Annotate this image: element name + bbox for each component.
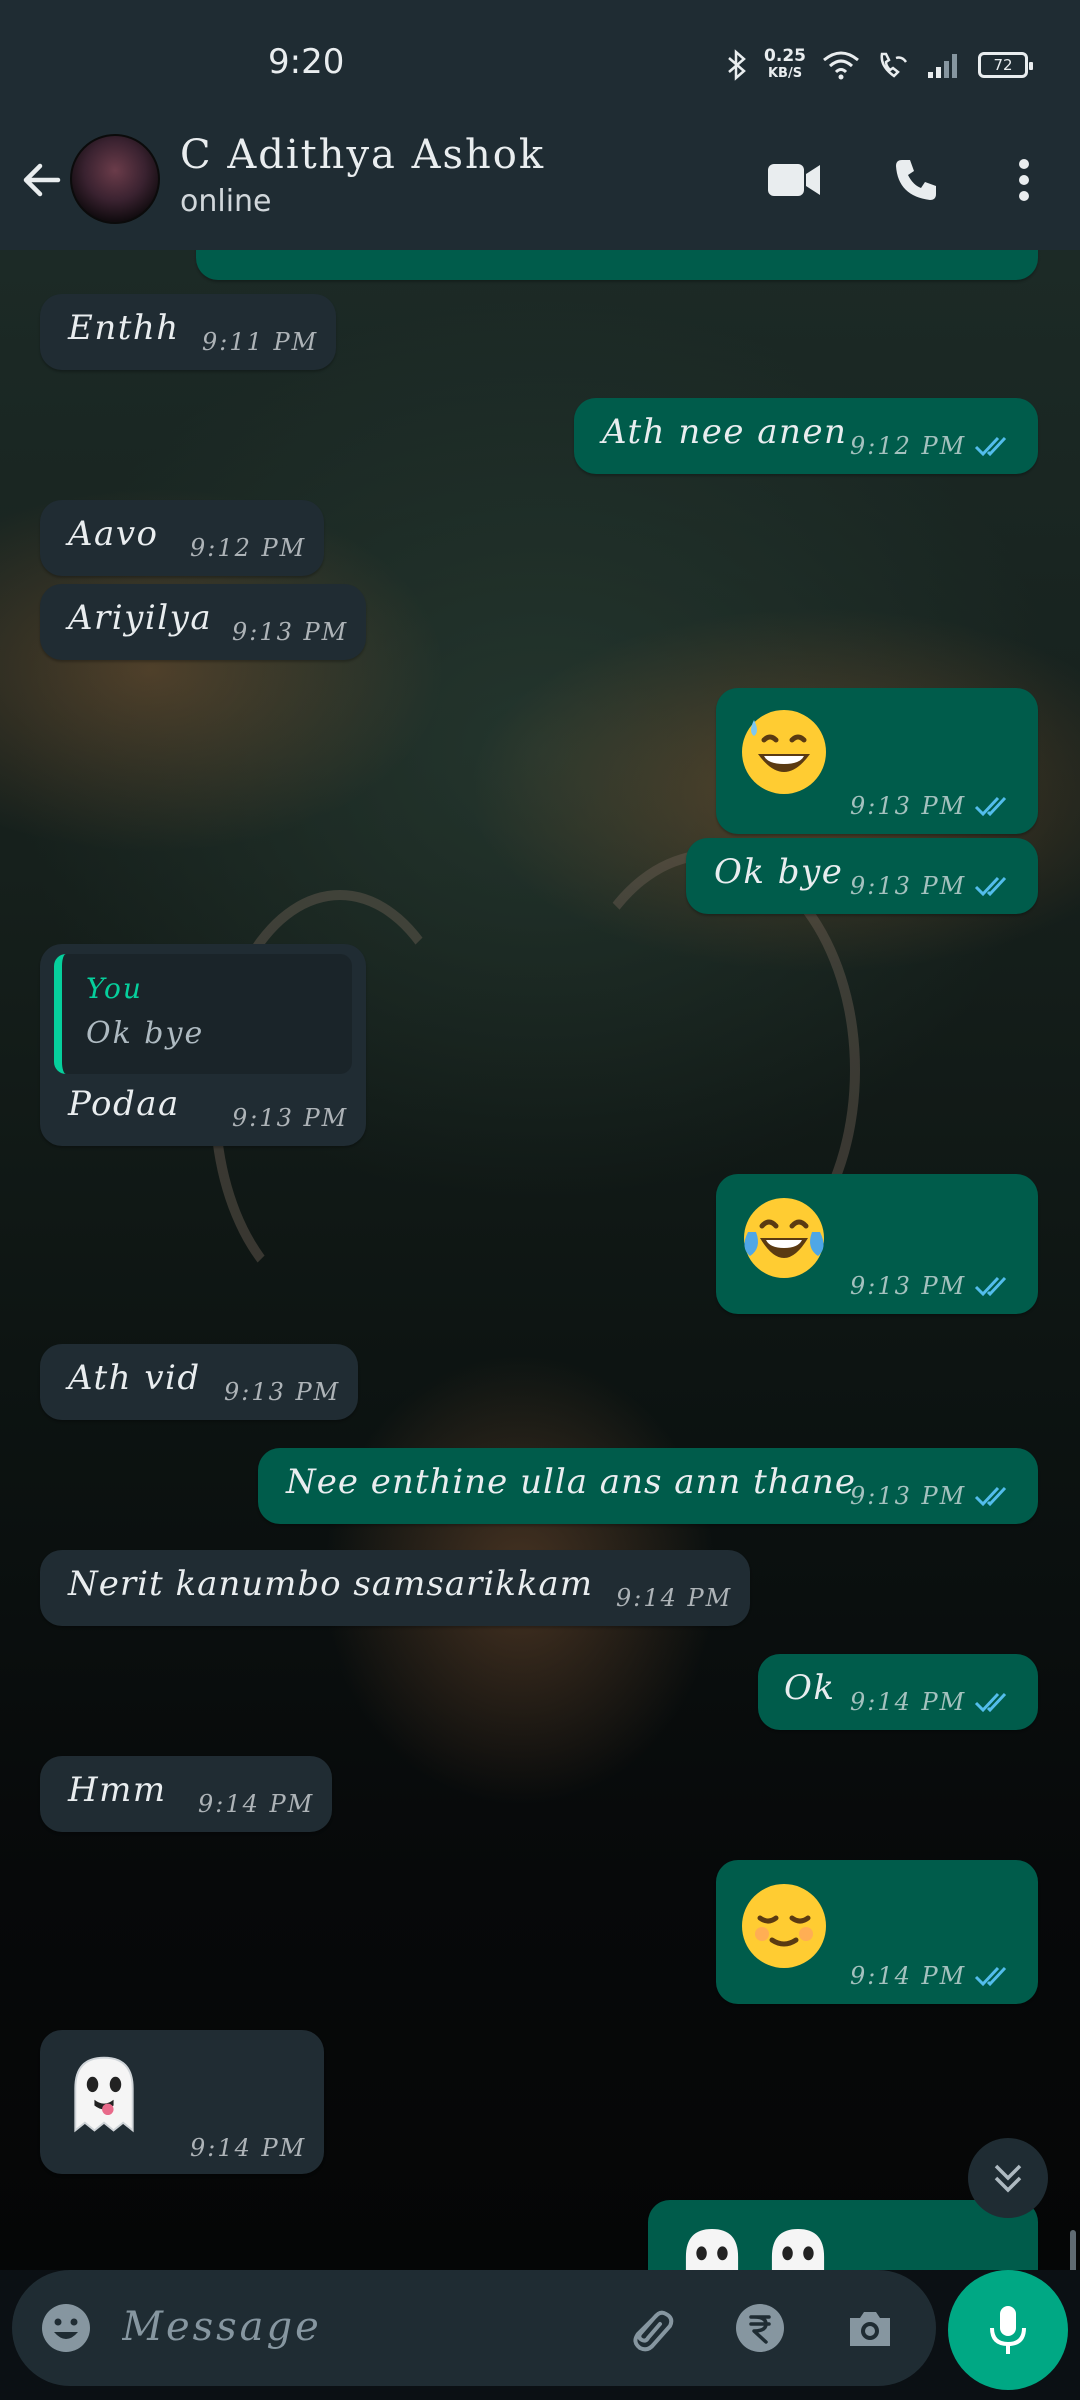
message-text: Ariyilya <box>68 598 213 638</box>
video-camera-icon <box>768 164 820 196</box>
battery-icon: 72 <box>978 52 1033 78</box>
message-bubble-outgoing-partial[interactable] <box>648 2200 1038 2280</box>
message-time: 9:14 PM <box>850 1962 967 1990</box>
message-time: 9:13 PM <box>850 872 967 900</box>
voice-call-button[interactable] <box>886 150 946 210</box>
message-bubble-outgoing[interactable]: Ok bye 9:13 PM <box>686 838 1038 914</box>
message-input[interactable] <box>122 2292 602 2362</box>
message-bubble-incoming[interactable]: Hmm 9:14 PM <box>40 1756 332 1832</box>
camera-icon[interactable] <box>842 2300 898 2356</box>
read-receipt-icon <box>974 1486 1007 1507</box>
message-text: Ok bye <box>714 852 844 892</box>
quoted-text: Ok bye <box>86 1016 205 1051</box>
compose-bar <box>0 2270 1080 2400</box>
message-time: 9:14 PM <box>190 2134 307 2162</box>
status-time: 9:20 <box>268 42 345 82</box>
message-list[interactable]: Enthh 9:11 PM Ath nee anen 9:12 PM Aavo … <box>0 250 1080 2280</box>
paperclip-attach-icon[interactable] <box>622 2300 678 2356</box>
message-bubble-incoming[interactable]: Ath vid 9:13 PM <box>40 1344 358 1420</box>
more-options-button[interactable] <box>994 150 1054 210</box>
ghost-emoji-icon <box>74 2056 134 2133</box>
message-bubble-incoming[interactable]: Enthh 9:11 PM <box>40 294 336 370</box>
message-text: Hmm <box>68 1770 167 1810</box>
message-bubble-outgoing[interactable]: Nee enthine ulla ans ann thane 9:13 PM <box>258 1448 1038 1524</box>
read-receipt-icon <box>974 1276 1007 1297</box>
scroll-to-bottom-button[interactable] <box>968 2138 1048 2218</box>
read-receipt-icon <box>974 796 1007 817</box>
message-text: Enthh <box>68 308 180 348</box>
contact-avatar[interactable] <box>70 134 160 224</box>
emoji-icon[interactable] <box>38 2300 94 2356</box>
message-time: 9:13 PM <box>232 618 349 646</box>
message-bubble-outgoing-partial[interactable] <box>196 250 1038 280</box>
message-bubble-outgoing[interactable]: Ath nee anen 9:12 PM <box>574 398 1038 474</box>
message-bubble-incoming[interactable]: Nerit kanumbo samsarikkam 9:14 PM <box>40 1550 750 1626</box>
message-input-container <box>12 2270 936 2386</box>
message-text: Aavo <box>68 514 159 554</box>
quoted-sender: You <box>86 972 143 1005</box>
message-bubble-outgoing[interactable]: 9:13 PM <box>716 1174 1038 1314</box>
message-time: 9:14 PM <box>616 1584 733 1612</box>
message-time: 9:13 PM <box>850 1272 967 1300</box>
read-receipt-icon <box>974 1692 1007 1713</box>
voice-message-button[interactable] <box>948 2270 1068 2390</box>
message-text: Podaa <box>68 1084 180 1124</box>
status-bar: 9:20 0.25 KB/S 72 <box>0 0 1080 132</box>
message-time: 9:13 PM <box>850 1482 967 1510</box>
grinning-sweat-emoji-icon <box>742 710 826 794</box>
message-text: Ath nee anen <box>602 412 848 452</box>
message-bubble-outgoing[interactable]: 9:14 PM <box>716 1860 1038 2004</box>
bluetooth-icon <box>728 49 746 81</box>
phone-icon <box>896 160 936 200</box>
microphone-icon <box>990 2306 1026 2354</box>
net-speed: 0.25 KB/S <box>764 46 806 82</box>
message-bubble-incoming-reply[interactable]: You Ok bye Podaa 9:13 PM <box>40 944 366 1146</box>
message-time: 9:13 PM <box>224 1378 341 1406</box>
message-time: 9:13 PM <box>850 792 967 820</box>
message-time: 9:14 PM <box>198 1790 315 1818</box>
wifi-icon <box>823 51 859 80</box>
message-time: 9:14 PM <box>850 1688 967 1716</box>
message-time: 9:13 PM <box>232 1104 349 1132</box>
read-receipt-icon <box>974 1966 1007 1987</box>
message-bubble-outgoing[interactable]: 9:13 PM <box>716 688 1038 834</box>
quoted-message[interactable]: You Ok bye <box>54 954 352 1074</box>
wifi-calling-icon <box>880 52 908 78</box>
contact-name[interactable]: C Adithya Ashok <box>180 132 545 178</box>
message-time: 9:11 PM <box>202 328 319 356</box>
message-text: Ok <box>784 1668 836 1708</box>
message-bubble-outgoing[interactable]: Ok 9:14 PM <box>758 1654 1038 1730</box>
three-dots-vertical-icon <box>1019 159 1029 201</box>
message-text: Nee enthine ulla ans ann thane <box>286 1462 856 1502</box>
message-time: 9:12 PM <box>850 432 967 460</box>
contact-status: online <box>180 184 272 219</box>
message-bubble-incoming[interactable]: Ariyilya 9:13 PM <box>40 584 366 660</box>
signal-icon <box>928 54 957 78</box>
read-receipt-icon <box>974 876 1007 897</box>
message-bubble-incoming[interactable]: 9:14 PM <box>40 2030 324 2174</box>
message-bubble-incoming[interactable]: Aavo 9:12 PM <box>40 500 324 576</box>
video-call-button[interactable] <box>764 150 824 210</box>
message-text: Nerit kanumbo samsarikkam <box>68 1564 593 1604</box>
chat-header: C Adithya Ashok online <box>0 132 1080 250</box>
status-icons: 0.25 KB/S 72 <box>726 46 1033 82</box>
tears-of-joy-emoji-icon <box>744 1198 824 1278</box>
back-arrow-icon[interactable] <box>18 156 66 204</box>
message-text: Ath vid <box>68 1358 201 1398</box>
rupee-payment-icon[interactable] <box>732 2300 788 2356</box>
relieved-face-emoji-icon <box>742 1884 826 1968</box>
double-chevron-down-icon <box>994 2164 1022 2193</box>
read-receipt-icon <box>974 436 1007 457</box>
message-time: 9:12 PM <box>190 534 307 562</box>
